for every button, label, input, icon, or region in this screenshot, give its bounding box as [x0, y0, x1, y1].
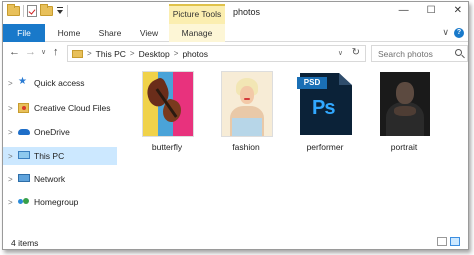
tab-share[interactable]: Share — [92, 24, 128, 42]
ps-badge: Ps — [312, 97, 335, 119]
file-list: butterfly fashion PSD Ps performer portr… — [117, 68, 468, 233]
psd-page-fold — [339, 73, 352, 85]
file-name: fashion — [232, 142, 260, 152]
divider — [23, 5, 24, 17]
quick-access-toolbar — [7, 4, 68, 17]
breadcrumb-desktop[interactable]: Desktop — [139, 49, 170, 59]
folder-icon — [7, 4, 20, 16]
expand-arrow-icon[interactable]: > — [8, 128, 13, 137]
tab-file[interactable]: File — [3, 24, 45, 42]
sidebar-item-quick-access[interactable]: > ★ Quick access — [3, 74, 117, 92]
figure-top — [232, 118, 262, 136]
creative-cloud-folder-icon — [18, 103, 29, 113]
details-view-icon[interactable] — [437, 237, 447, 246]
expand-arrow-icon[interactable]: > — [8, 198, 13, 207]
sidebar-item-this-pc[interactable]: > This PC — [3, 147, 117, 165]
figure-hands — [394, 106, 416, 116]
properties-icon[interactable] — [27, 5, 37, 17]
sidebar-item-label: This PC — [34, 151, 65, 161]
sidebar-item-homegroup[interactable]: > Homegroup — [3, 193, 117, 211]
sidebar-item-creative-cloud-files[interactable]: > Creative Cloud Files — [3, 99, 117, 117]
new-folder-icon[interactable] — [40, 4, 53, 16]
close-button[interactable]: ✕ — [454, 5, 462, 16]
fashion-thumbnail — [222, 72, 272, 136]
up-arrow-icon[interactable]: ↑ — [53, 46, 59, 58]
figure-head — [396, 82, 414, 104]
file-item-fashion[interactable]: fashion — [211, 72, 281, 164]
network-icon — [18, 174, 30, 182]
breadcrumb-this-pc[interactable]: This PC — [96, 49, 126, 59]
sidebar-item-label: Homegroup — [34, 197, 79, 207]
expand-arrow-icon[interactable]: > — [8, 79, 13, 88]
breadcrumb-separator[interactable]: > — [130, 49, 135, 58]
large-icons-view-icon[interactable] — [450, 237, 460, 246]
minimize-button[interactable]: — — [399, 5, 409, 16]
sidebar-item-label: Quick access — [34, 78, 85, 88]
figure-face — [240, 86, 254, 104]
sidebar-item-label: Network — [34, 174, 66, 184]
figure-lips — [244, 98, 250, 100]
explorer-window: Picture Tools photos — ☐ ✕ File Home Sha… — [2, 1, 469, 250]
computer-icon — [18, 151, 30, 159]
status-bar: 4 items — [3, 233, 468, 249]
window-title: photos — [233, 7, 261, 17]
title-bar: Picture Tools photos — ☐ ✕ — [3, 2, 468, 24]
expand-arrow-icon[interactable]: > — [8, 175, 13, 184]
refresh-icon[interactable]: ↻ — [352, 47, 360, 58]
search-input[interactable]: Search photos — [371, 45, 468, 62]
expand-ribbon-icon[interactable]: ∨ — [442, 27, 449, 38]
file-item-portrait[interactable]: portrait — [369, 72, 439, 164]
help-icon[interactable]: ? — [454, 28, 464, 38]
sidebar-item-label: OneDrive — [34, 127, 70, 137]
tab-manage[interactable]: Manage — [169, 24, 225, 42]
breadcrumb-separator[interactable]: > — [87, 49, 92, 58]
file-item-butterfly[interactable]: butterfly — [132, 72, 202, 164]
sidebar-item-network[interactable]: > Network — [3, 170, 117, 188]
file-name: butterfly — [151, 142, 183, 152]
file-name: portrait — [390, 142, 418, 152]
psd-tag: PSD — [297, 77, 327, 89]
tab-home[interactable]: Home — [51, 24, 87, 42]
star-icon: ★ — [18, 76, 27, 87]
photoshop-file-icon: PSD Ps — [297, 73, 352, 135]
butterfly-thumbnail — [143, 72, 193, 136]
portrait-thumbnail — [380, 72, 430, 136]
window-controls: — ☐ ✕ — [399, 5, 462, 16]
search-placeholder: Search photos — [378, 49, 433, 59]
expand-arrow-icon[interactable]: > — [8, 104, 13, 113]
maximize-button[interactable]: ☐ — [427, 5, 436, 16]
search-icon[interactable] — [455, 49, 462, 56]
breadcrumb-separator[interactable]: > — [174, 49, 179, 58]
address-bar[interactable]: > This PC > Desktop > photos ∨ ↻ — [67, 45, 366, 62]
onedrive-icon — [18, 129, 30, 135]
recent-locations-icon[interactable]: ∨ — [41, 48, 46, 56]
file-item-performer[interactable]: PSD Ps performer — [290, 72, 360, 164]
ribbon-tabs: File Home Share View Manage ∨ ? — [3, 24, 468, 42]
customize-toolbar-icon[interactable] — [56, 5, 64, 17]
sidebar-item-label: Creative Cloud Files — [34, 103, 111, 113]
navigation-pane: > ★ Quick access > Creative Cloud Files … — [3, 68, 117, 233]
item-count: 4 items — [11, 238, 39, 248]
file-name: performer — [306, 142, 344, 152]
expand-arrow-icon[interactable]: > — [8, 152, 13, 161]
breadcrumb-photos[interactable]: photos — [182, 49, 208, 59]
address-dropdown-icon[interactable]: ∨ — [338, 49, 343, 57]
sidebar-item-onedrive[interactable]: > OneDrive — [3, 123, 117, 141]
tab-view[interactable]: View — [133, 24, 165, 42]
folder-icon — [72, 49, 83, 58]
picture-tools-label: Picture Tools — [169, 4, 225, 24]
forward-arrow-icon[interactable]: → — [25, 46, 36, 58]
homegroup-icon — [18, 198, 29, 208]
view-switcher — [437, 237, 460, 246]
address-row: ← → ∨ ↑ > This PC > Desktop > photos ∨ ↻… — [3, 42, 468, 64]
divider — [67, 5, 68, 17]
back-arrow-icon[interactable]: ← — [9, 46, 20, 58]
